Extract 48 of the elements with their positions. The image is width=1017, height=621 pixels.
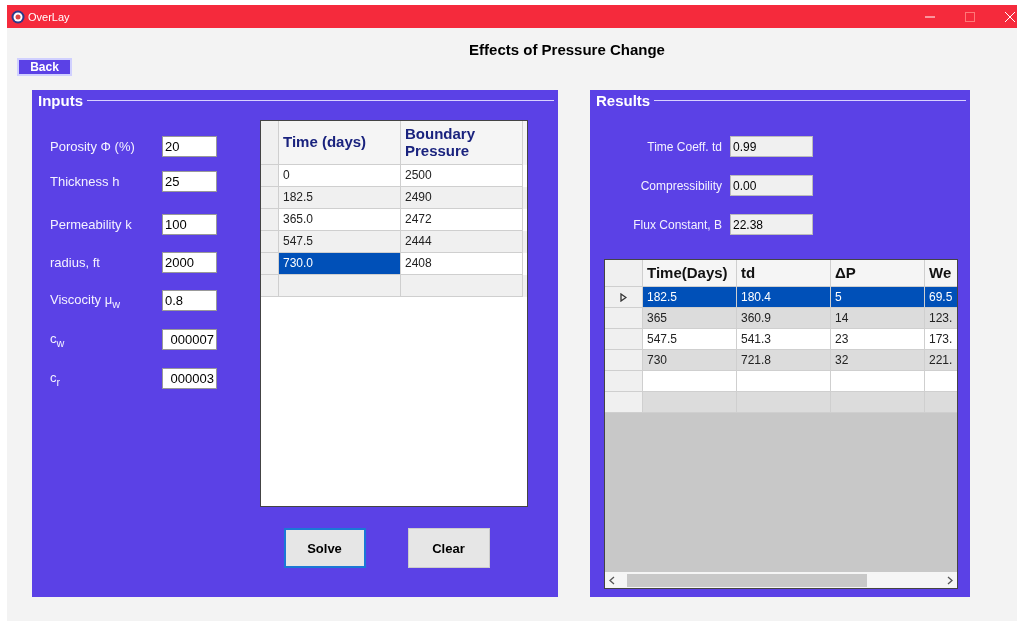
app-icon bbox=[11, 9, 25, 24]
table-row[interactable]: 730 721.8 32 221. bbox=[605, 350, 957, 371]
solve-button[interactable]: Solve bbox=[283, 528, 366, 568]
input-field[interactable]: 2000 bbox=[162, 252, 217, 273]
page-heading: Effects of Pressure Change bbox=[468, 40, 666, 58]
field-label: c$_{w}$ bbox=[50, 330, 65, 349]
current-row-icon bbox=[620, 292, 627, 302]
input-field[interactable]: 20 bbox=[162, 136, 217, 157]
table-row[interactable]: 182.5 2490 bbox=[261, 187, 527, 209]
field-label: Viscocity μ$_{w}$ bbox=[50, 291, 120, 310]
empty-row[interactable] bbox=[605, 371, 957, 392]
empty-row[interactable] bbox=[605, 392, 957, 413]
window-title: OverLay bbox=[28, 10, 70, 23]
row-header[interactable] bbox=[605, 287, 643, 308]
field-label: radius, ft bbox=[50, 255, 100, 270]
output-field: 22.38 bbox=[730, 214, 813, 235]
field-label: Permeability k bbox=[50, 217, 132, 232]
group-title: Inputs bbox=[38, 91, 83, 109]
table-row[interactable]: 547.5 2444 bbox=[261, 231, 527, 253]
maximize-icon[interactable] bbox=[965, 11, 975, 22]
field-label: c$_{r}$ bbox=[50, 369, 61, 388]
input-field[interactable]: 100 bbox=[162, 214, 217, 235]
field-label: Time Coeff. td bbox=[647, 139, 722, 154]
horizontal-scrollbar[interactable] bbox=[605, 572, 957, 588]
field-label: Flux Constant, B bbox=[633, 217, 722, 232]
empty-row[interactable] bbox=[261, 275, 527, 297]
table-row[interactable]: 547.5 541.3 23 173. bbox=[605, 329, 957, 350]
input-field[interactable]: 000003 bbox=[162, 368, 217, 389]
input-field[interactable]: 25 bbox=[162, 171, 217, 192]
corner-header bbox=[261, 121, 279, 165]
input-field[interactable]: 000007 bbox=[162, 329, 217, 350]
back-button[interactable]: Back bbox=[17, 58, 72, 76]
group-title: Results bbox=[596, 91, 651, 109]
table-row[interactable]: 365 360.9 14 123. bbox=[605, 308, 957, 329]
pressure-table[interactable]: Time (days) Boundary Pressure 0 2500 182.5 2490 365.0 2472 547.5 2444 730.0 2408 bbox=[260, 120, 528, 507]
output-field: 0.99 bbox=[730, 136, 813, 157]
field-label: Thickness h bbox=[50, 174, 120, 189]
output-field: 0.00 bbox=[730, 175, 813, 196]
results-table[interactable]: Time(Days) td ΔP We 182.5 180.4 5 69.5 365 360.9 14 123. 547.5 541.3 23 173. 730 721.8 32 221. bbox=[604, 259, 958, 589]
clear-button[interactable]: Clear bbox=[407, 528, 490, 568]
field-label: Porosity Φ (%) bbox=[50, 139, 135, 154]
table-row[interactable]: 182.5 180.4 5 69.5 bbox=[605, 287, 957, 308]
corner-header bbox=[605, 260, 643, 287]
close-icon[interactable] bbox=[1005, 11, 1015, 22]
input-field[interactable]: 0.8 bbox=[162, 290, 217, 311]
scrollbar-thumb[interactable] bbox=[627, 573, 867, 587]
table-cell: 730.0 bbox=[279, 253, 401, 275]
field-label: Compressibility bbox=[640, 178, 722, 193]
